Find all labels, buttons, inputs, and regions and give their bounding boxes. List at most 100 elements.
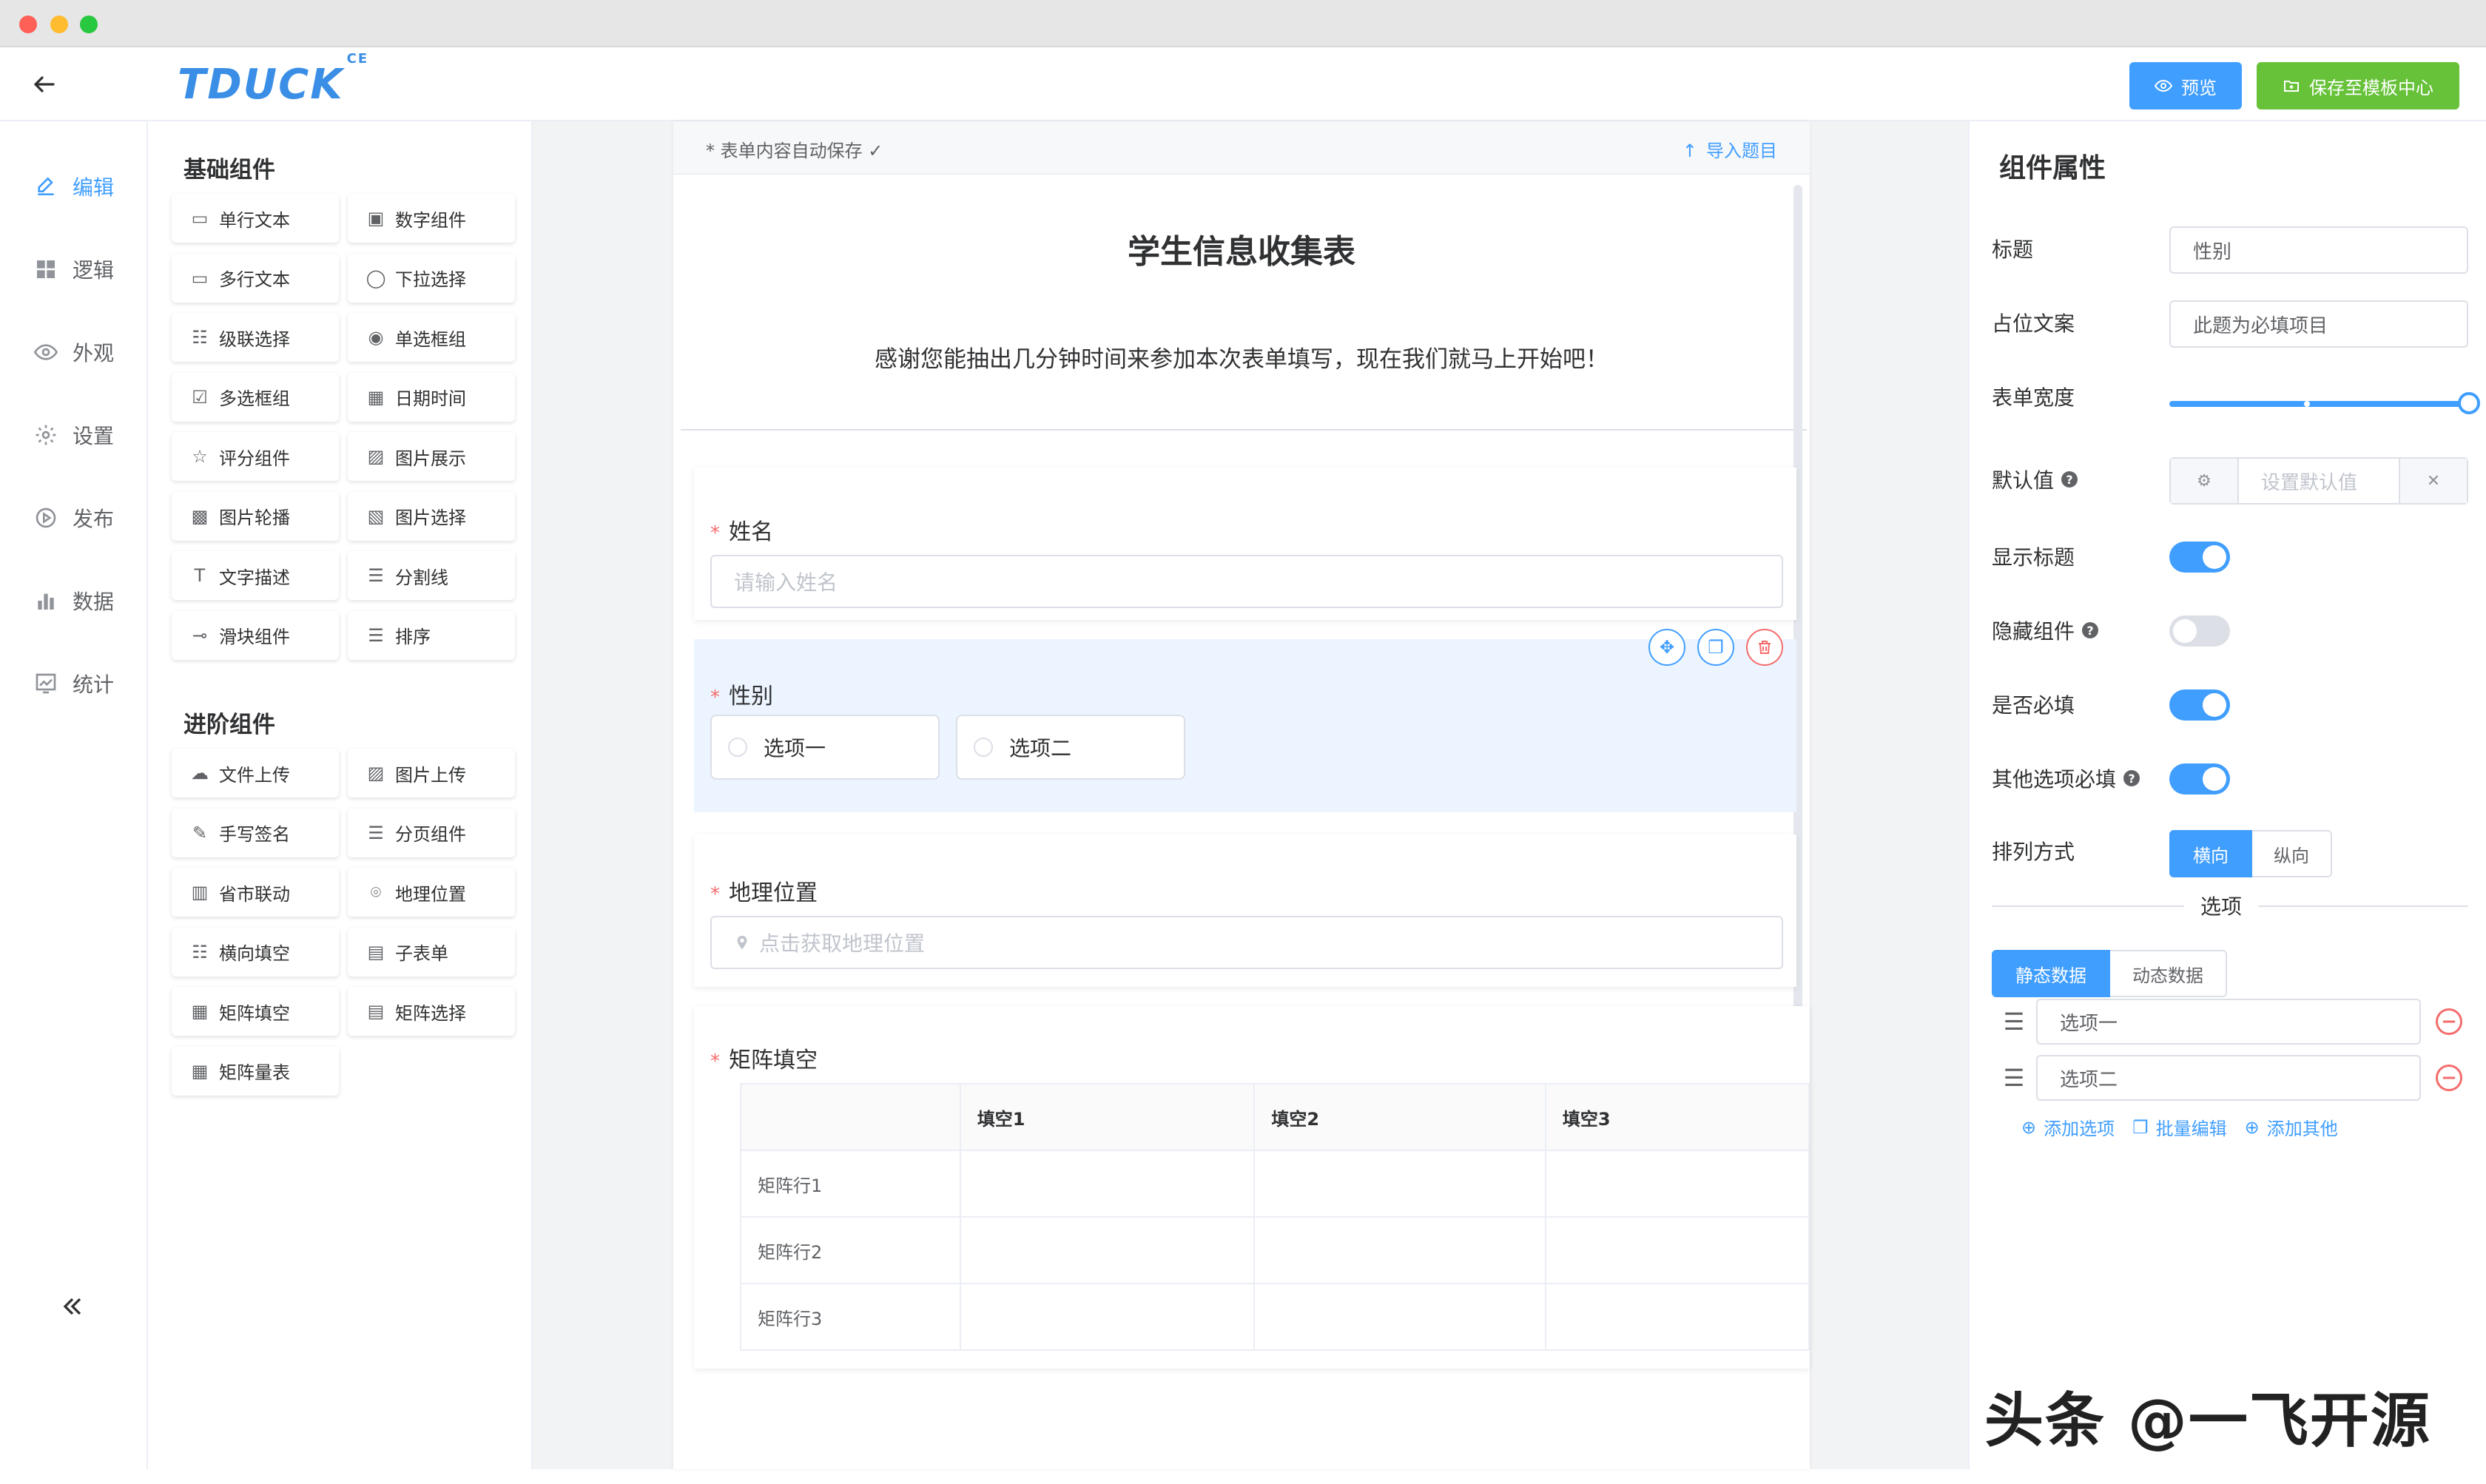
copy-field-button[interactable]: ❐: [1697, 629, 1734, 666]
prop-label-text: 其他选项必填: [1992, 767, 2117, 792]
matrix-cell[interactable]: [1544, 1216, 1810, 1284]
folder-icon: [2284, 81, 2299, 92]
component-item[interactable]: ☁ 文件上传: [172, 749, 339, 797]
tab-dynamic-data[interactable]: 动态数据: [2110, 950, 2227, 997]
component-item[interactable]: ▭ 单行文本: [172, 194, 339, 243]
required-switch[interactable]: [2169, 689, 2230, 721]
location-input[interactable]: 点击获取地理位置: [710, 916, 1783, 969]
field-name[interactable]: * 姓名 请输入姓名: [694, 468, 1796, 620]
field-location[interactable]: * 地理位置 点击获取地理位置: [694, 834, 1796, 987]
component-item[interactable]: ☰ 分割线: [348, 551, 515, 600]
matrix-cell[interactable]: [1544, 1150, 1810, 1218]
nav-item-data[interactable]: 数据: [34, 579, 114, 623]
autosave-status: * 表单内容自动保存 ✓: [706, 141, 883, 161]
matrix-cell[interactable]: [1253, 1216, 1546, 1284]
component-item[interactable]: ⊸ 滑块组件: [172, 610, 339, 660]
component-item[interactable]: ☰ 分页组件: [348, 808, 515, 857]
gender-option-1[interactable]: 选项一: [710, 715, 940, 780]
default-settings-button[interactable]: ⚙: [2171, 459, 2237, 503]
maximize-window-button[interactable]: [80, 16, 98, 33]
nav-item-logic[interactable]: 逻辑: [34, 247, 114, 291]
default-clear-button[interactable]: ✕: [2400, 459, 2467, 503]
remove-option-button[interactable]: −: [2436, 1065, 2462, 1091]
component-item[interactable]: ☷ 级联选择: [172, 313, 339, 362]
width-slider-track[interactable]: [2169, 401, 2465, 407]
drag-handle-icon[interactable]: ☰: [1992, 1064, 2036, 1092]
matrix-cell[interactable]: [959, 1283, 1256, 1351]
component-item[interactable]: ◯ 下拉选择: [348, 253, 515, 303]
import-questions-button[interactable]: ↑ 导入题目: [1682, 136, 1777, 162]
form-title[interactable]: 学生信息收集表: [673, 225, 1810, 272]
matrix-cell[interactable]: [1544, 1283, 1810, 1351]
component-item[interactable]: ▤ 矩阵选择: [348, 987, 515, 1036]
field-matrix[interactable]: * 矩阵填空 填空1 填空2 填空3 矩阵行1 矩阵行2 矩阵行3: [694, 1006, 1810, 1369]
component-item[interactable]: ▩ 图片轮播: [172, 491, 339, 541]
back-button[interactable]: [22, 65, 67, 104]
save-to-template-button[interactable]: 保存至模板中心: [2257, 62, 2459, 109]
nav-item-appearance[interactable]: 外观: [34, 330, 114, 374]
component-item[interactable]: ▦ 矩阵量表: [172, 1046, 339, 1096]
matrix-cell[interactable]: [1253, 1150, 1546, 1218]
option-input[interactable]: 选项一: [2036, 999, 2421, 1045]
prop-label-text: 标题: [1992, 237, 2034, 262]
preview-button[interactable]: 预览: [2129, 62, 2242, 109]
component-item[interactable]: ✎ 手写签名: [172, 808, 339, 857]
nav-item-edit[interactable]: 编辑: [34, 164, 114, 209]
other-required-switch[interactable]: [2169, 763, 2230, 795]
width-slider-thumb[interactable]: [2458, 392, 2480, 414]
matrix-cell[interactable]: [1253, 1283, 1546, 1351]
tab-static-data[interactable]: 静态数据: [1992, 950, 2110, 997]
component-item[interactable]: ▨ 图片上传: [348, 749, 515, 797]
component-item[interactable]: ▣ 数字组件: [348, 194, 515, 243]
default-value-input[interactable]: 设置默认值: [2237, 459, 2400, 503]
help-icon[interactable]: ?: [2123, 770, 2140, 786]
delete-field-button[interactable]: [1746, 629, 1783, 666]
help-icon[interactable]: ?: [2061, 471, 2078, 488]
component-item[interactable]: ▧ 图片选择: [348, 491, 515, 541]
component-item[interactable]: ▦ 矩阵填空: [172, 987, 339, 1036]
matrix-cell[interactable]: [959, 1216, 1256, 1284]
hide-component-switch[interactable]: [2169, 615, 2230, 647]
close-window-button[interactable]: [19, 16, 37, 33]
collapse-sidebar-button[interactable]: [58, 1292, 87, 1329]
add-other-button[interactable]: ⊕ 添加其他: [2245, 1114, 2338, 1140]
gender-option-2[interactable]: 选项二: [956, 715, 1185, 780]
move-field-button[interactable]: ✥: [1648, 629, 1685, 666]
component-item[interactable]: ☆ 评分组件: [172, 432, 339, 481]
arrange-horizontal-button[interactable]: 横向: [2169, 830, 2252, 877]
field-location-label-text: 地理位置: [729, 880, 818, 906]
title-input[interactable]: 性别: [2169, 226, 2468, 274]
drag-handle-icon[interactable]: ☰: [1992, 1008, 2036, 1036]
batch-edit-button[interactable]: ❐ 批量编辑: [2132, 1114, 2227, 1140]
advanced-components-title: 进阶组件: [183, 712, 275, 738]
component-item[interactable]: ⌾ 地理位置: [348, 868, 515, 917]
nav-item-settings[interactable]: 设置: [34, 413, 114, 457]
component-item[interactable]: ◉ 单选框组: [348, 313, 515, 362]
nav-label: 数据: [73, 590, 115, 614]
component-item[interactable]: ☑ 多选框组: [172, 372, 339, 422]
component-item[interactable]: ▥ 省市联动: [172, 868, 339, 917]
component-item[interactable]: ☰ 排序: [348, 610, 515, 660]
placeholder-input[interactable]: 此题为必填项目: [2169, 300, 2468, 348]
help-icon[interactable]: ?: [2082, 622, 2099, 638]
field-gender[interactable]: ✥ ❐ * 性别 选项一 选项二: [694, 629, 1796, 812]
name-input[interactable]: 请输入姓名: [710, 555, 1783, 608]
component-item[interactable]: T 文字描述: [172, 551, 339, 600]
field-matrix-label-text: 矩阵填空: [729, 1048, 818, 1073]
option-input[interactable]: 选项二: [2036, 1055, 2421, 1101]
component-item[interactable]: ▦ 日期时间: [348, 372, 515, 422]
minimize-window-button[interactable]: [50, 16, 68, 33]
show-title-switch[interactable]: [2169, 542, 2230, 573]
arrange-vertical-button[interactable]: 纵向: [2252, 830, 2332, 877]
component-item[interactable]: ▨ 图片展示: [348, 432, 515, 481]
matrix-cell[interactable]: [959, 1150, 1256, 1218]
nav-item-statistics[interactable]: 统计: [34, 661, 114, 706]
remove-option-button[interactable]: −: [2436, 1008, 2462, 1035]
component-item[interactable]: ▤ 子表单: [348, 927, 515, 977]
component-item[interactable]: ▭ 多行文本: [172, 253, 339, 303]
matrix-header-row: 填空1 填空2 填空3: [740, 1083, 1810, 1151]
nav-item-publish[interactable]: 发布: [34, 496, 114, 540]
add-option-button[interactable]: ⊕ 添加选项: [2021, 1114, 2115, 1140]
component-item[interactable]: ☷ 横向填空: [172, 927, 339, 977]
form-description[interactable]: 感谢您能抽出几分钟时间来参加本次表单填写，现在我们就马上开始吧！: [673, 340, 1810, 374]
